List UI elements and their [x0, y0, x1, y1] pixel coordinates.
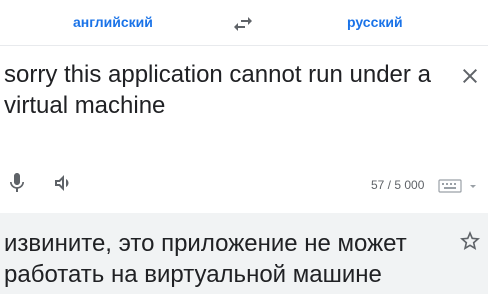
language-bar: английский русский	[0, 0, 488, 44]
microphone-icon[interactable]	[5, 171, 29, 195]
divider	[0, 45, 488, 46]
source-text-input[interactable]: sorry this application cannot run under …	[4, 59, 434, 121]
star-icon[interactable]	[458, 229, 482, 253]
source-language-button[interactable]: английский	[73, 14, 153, 30]
speaker-icon[interactable]	[52, 171, 76, 195]
translation-text: извините, это приложение не может работа…	[4, 230, 407, 288]
target-language-button[interactable]: русский	[347, 14, 403, 30]
clear-icon[interactable]	[458, 64, 482, 88]
swap-languages-icon[interactable]	[231, 12, 255, 36]
translation-panel: извините, это приложение не может работа…	[0, 213, 488, 294]
character-count: 57 / 5 000	[371, 178, 425, 192]
keyboard-icon[interactable]	[438, 178, 478, 194]
